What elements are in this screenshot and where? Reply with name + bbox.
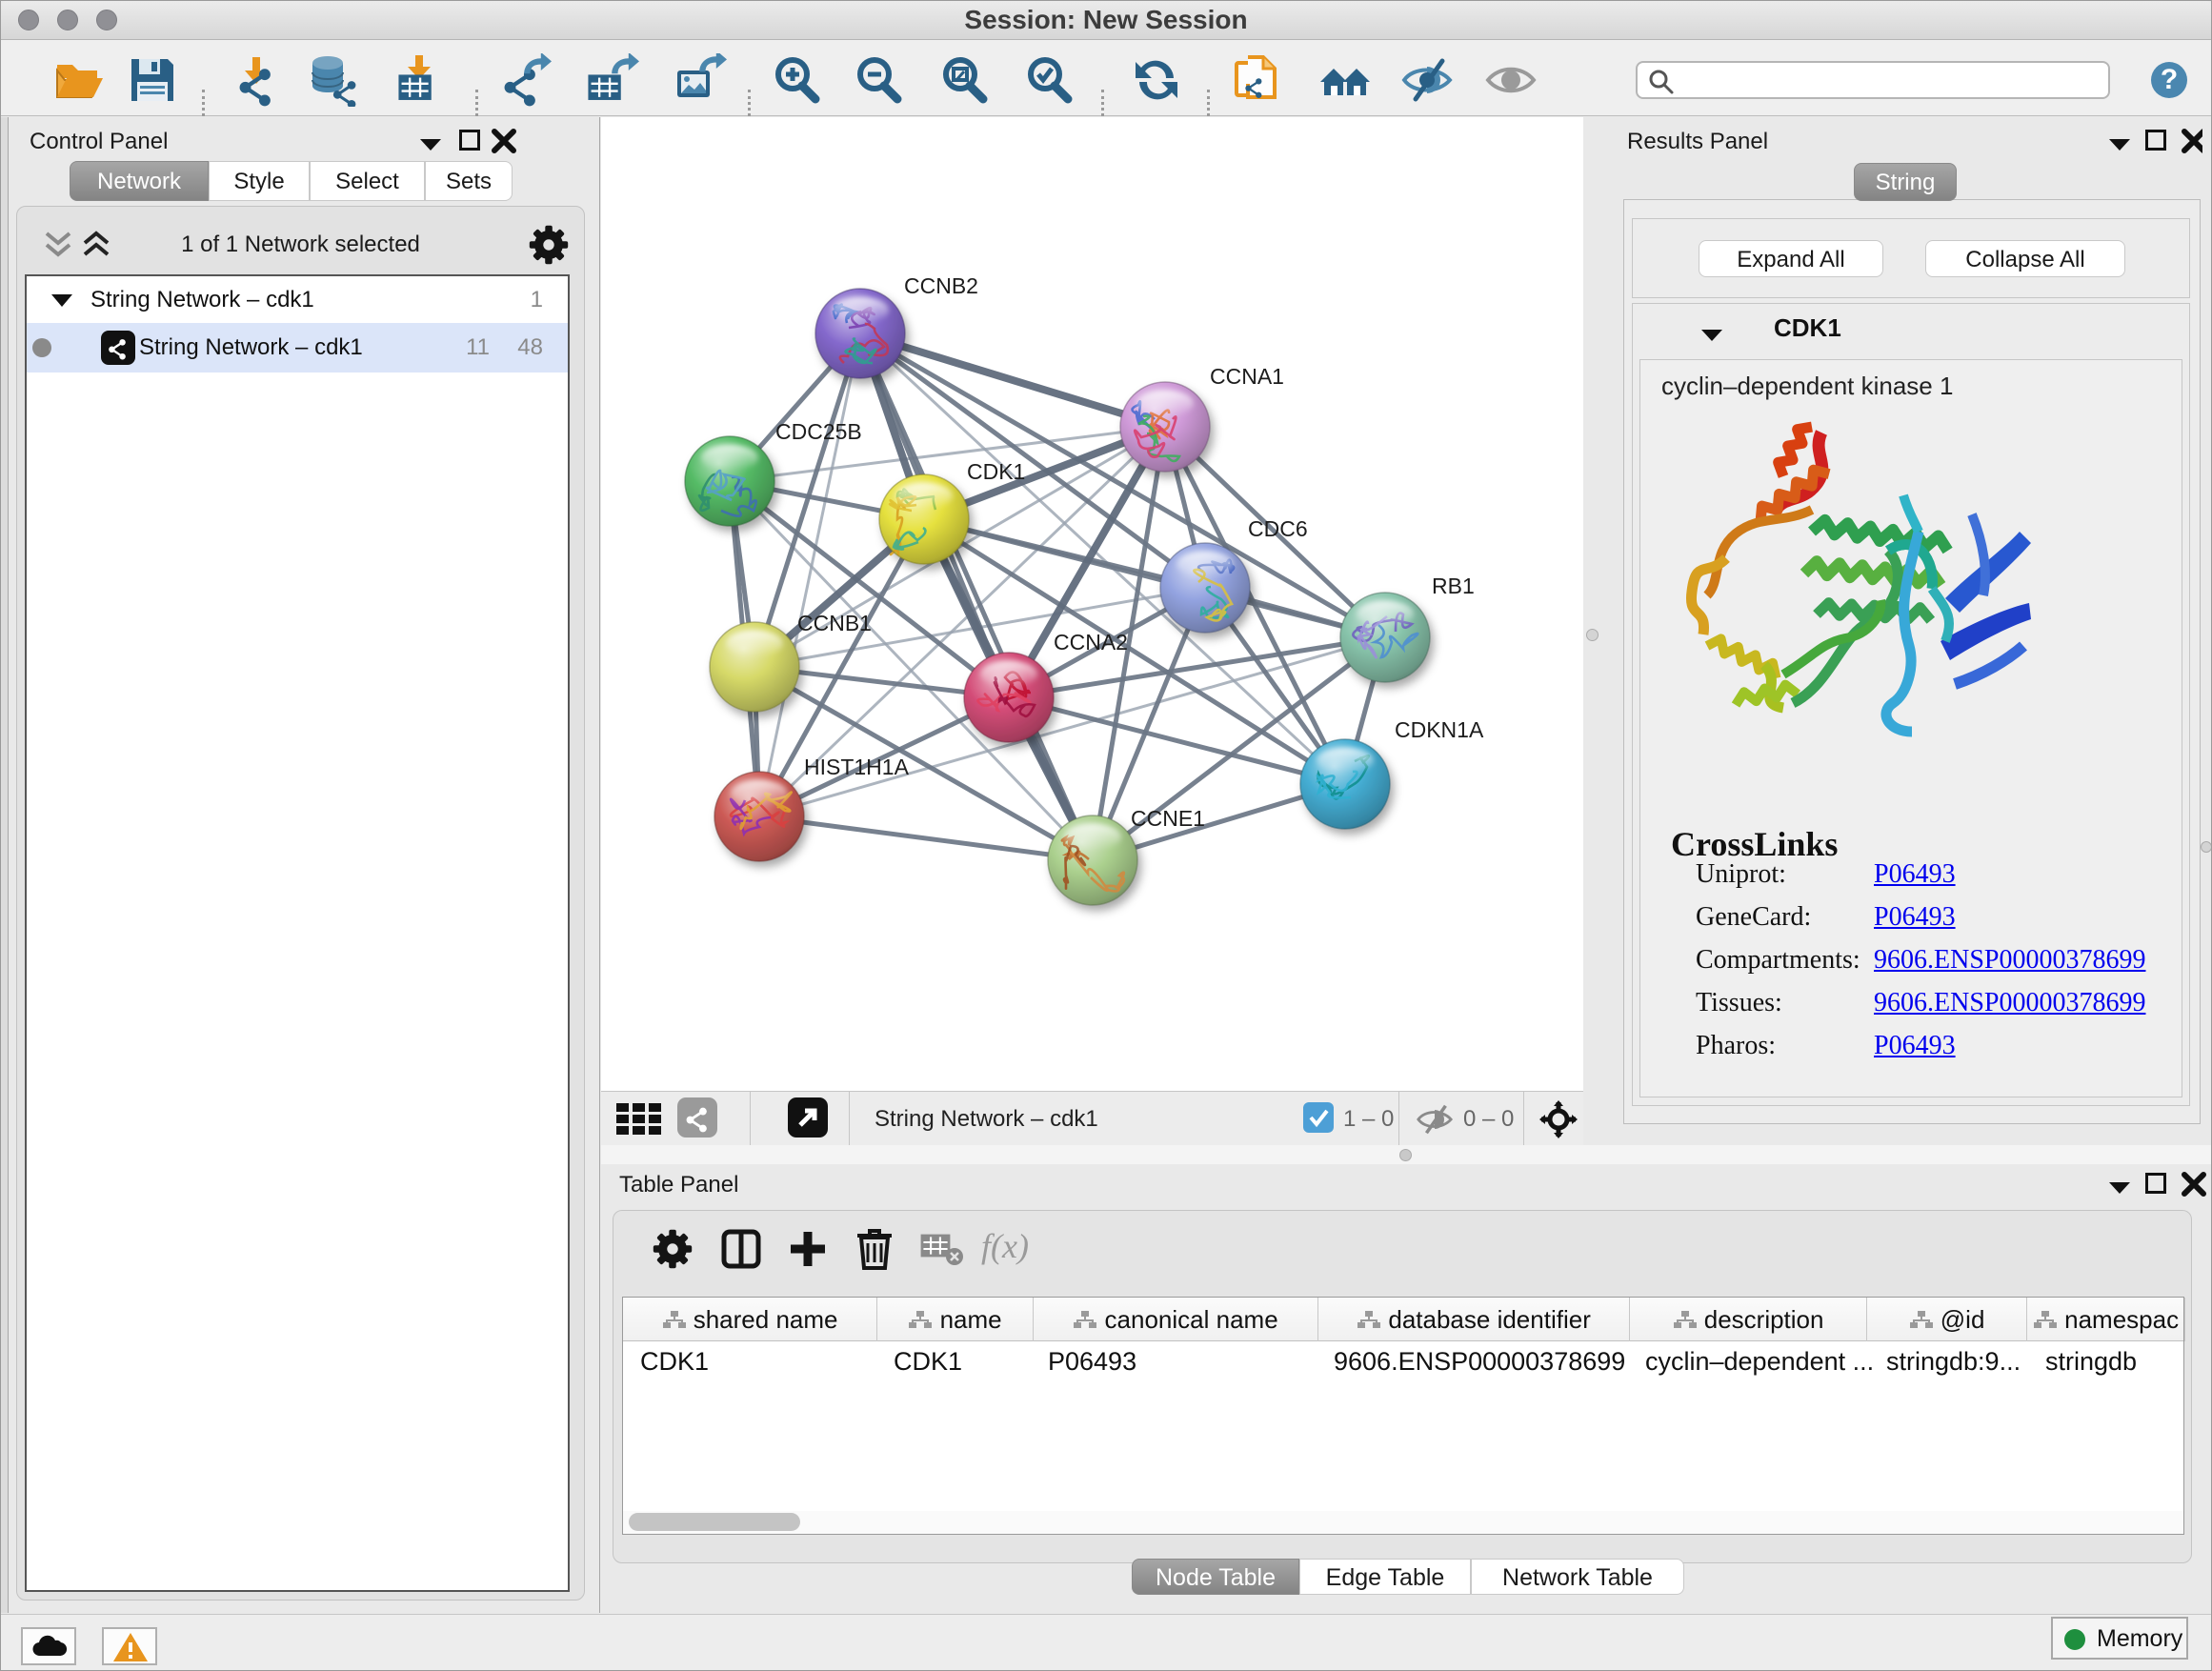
svg-text:CCNB2: CCNB2 xyxy=(904,273,978,298)
svg-text:HIST1H1A: HIST1H1A xyxy=(804,755,910,779)
svg-text:CDC25B: CDC25B xyxy=(775,419,862,444)
svg-text:CDC6: CDC6 xyxy=(1248,516,1308,541)
svg-text:RB1: RB1 xyxy=(1432,574,1475,598)
svg-text:CDK1: CDK1 xyxy=(967,459,1025,484)
svg-text:CCNB1: CCNB1 xyxy=(797,611,872,635)
svg-text:CCNA2: CCNA2 xyxy=(1054,630,1128,654)
svg-text:CDKN1A: CDKN1A xyxy=(1395,717,1484,742)
svg-text:CCNA1: CCNA1 xyxy=(1210,364,1284,389)
svg-text:CCNE1: CCNE1 xyxy=(1131,806,1205,831)
